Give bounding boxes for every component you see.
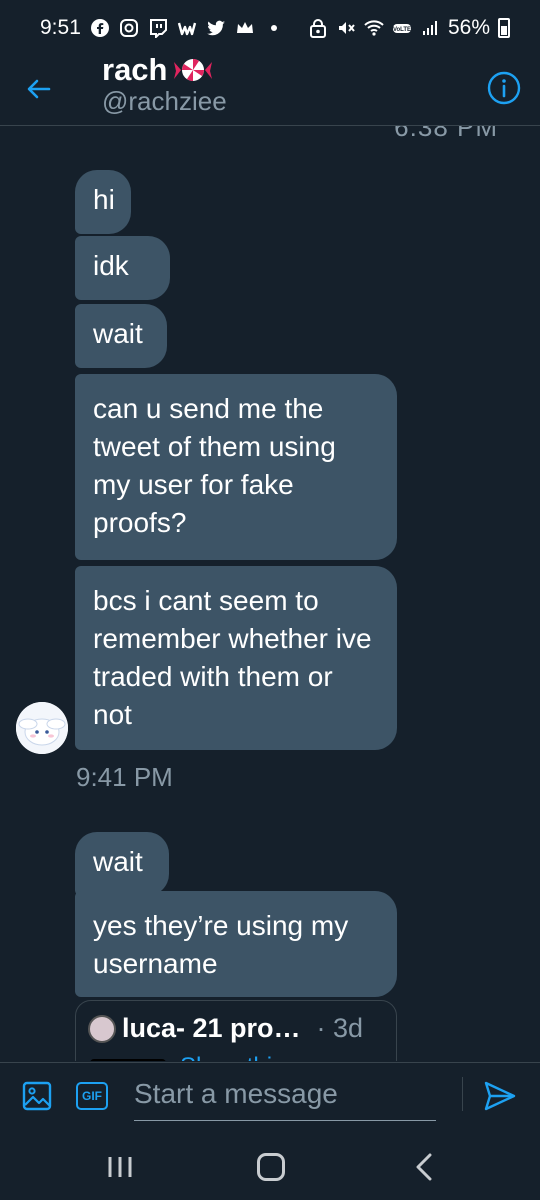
conversation-title: rach [102, 52, 227, 88]
add-image-button[interactable] [22, 1081, 52, 1111]
shared-tweet-author: luca- 21 pro… [122, 1013, 301, 1043]
show-thread-link[interactable]: Show thi [180, 1053, 272, 1061]
home-button[interactable] [257, 1153, 285, 1181]
crown-icon [235, 18, 255, 38]
status-time: 9:51 [40, 16, 81, 39]
info-icon [487, 71, 521, 105]
shared-tweet-card[interactable]: luca- 21 pro… · 3d Show thi [75, 1000, 397, 1061]
status-bar: 9:51 VoLTE 56% [0, 0, 540, 56]
instagram-icon [119, 18, 139, 38]
volte-icon: VoLTE [392, 18, 412, 38]
shared-tweet-avatar [88, 1014, 116, 1043]
twitch-icon [148, 18, 168, 38]
send-icon [484, 1081, 516, 1111]
system-navigation-bar [0, 1126, 540, 1200]
signal-icon [420, 18, 440, 38]
message-bubble[interactable]: can u send me the tweet of them using my… [75, 374, 397, 560]
shared-tweet-header: luca- 21 pro… · 3d [88, 1013, 384, 1044]
send-button[interactable] [483, 1079, 517, 1113]
composer-divider [462, 1077, 463, 1111]
message-input[interactable]: Start a message [134, 1071, 436, 1121]
mute-icon [336, 18, 356, 38]
message-bubble[interactable]: idk [75, 236, 170, 300]
candy-icon [173, 52, 213, 88]
user-handle: @rachziee [102, 86, 227, 116]
shared-tweet-time: · 3d [316, 1013, 364, 1043]
previous-timestamp: 6:38 PM [394, 126, 498, 142]
display-name: rach [102, 52, 168, 87]
facebook-icon [90, 18, 110, 38]
wifi-icon [364, 18, 384, 38]
sender-avatar[interactable] [16, 702, 68, 754]
svg-text:VoLTE: VoLTE [393, 27, 411, 33]
chevron-left-icon [416, 1153, 432, 1181]
wattpad-icon [177, 18, 197, 38]
dot-icon [264, 18, 284, 38]
recents-icon [108, 1157, 132, 1177]
message-bubble[interactable]: wait [75, 832, 169, 896]
system-back-button[interactable] [412, 1153, 436, 1181]
twitter-icon [206, 18, 226, 38]
message-bubble[interactable]: bcs i cant seem to remember whether ive … [75, 566, 397, 750]
info-button[interactable] [486, 70, 522, 106]
message-bubble[interactable]: hi [75, 170, 131, 234]
image-icon [22, 1081, 52, 1111]
message-list[interactable]: 6:38 PM hi idk wait can u send me the tw… [0, 126, 540, 1061]
battery-icon [498, 18, 510, 38]
lock-icon [308, 18, 328, 38]
conversation-header: rach @rachziee [0, 50, 540, 126]
cinnamoroll-avatar-icon [16, 702, 68, 754]
battery-percent: 56% [447, 16, 490, 39]
conversation-title-area[interactable]: rach @rachziee [102, 52, 227, 117]
back-button[interactable] [22, 72, 56, 106]
gif-button[interactable]: GIF [76, 1082, 108, 1110]
message-bubble[interactable]: yes they’re using my username [75, 891, 397, 997]
arrow-left-icon [27, 79, 51, 99]
message-bubble[interactable]: wait [75, 304, 167, 368]
shared-tweet-media [90, 1059, 166, 1061]
message-timestamp: 9:41 PM [76, 762, 173, 792]
message-composer: GIF Start a message [0, 1062, 540, 1126]
recent-apps-button[interactable] [107, 1156, 133, 1178]
